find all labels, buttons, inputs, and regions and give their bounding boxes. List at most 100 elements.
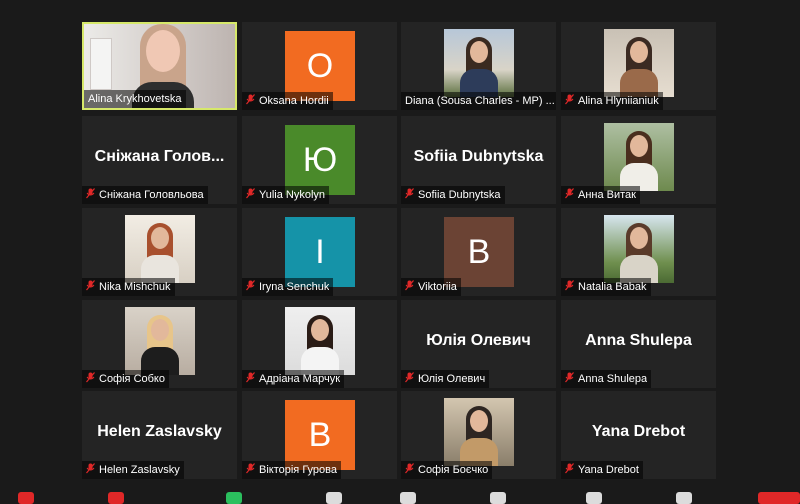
participant-tile[interactable]: Sofiia Dubnytska Sofiia Dubnytska <box>401 116 556 204</box>
participant-photo <box>604 123 674 191</box>
chat-icon[interactable] <box>326 492 342 504</box>
participant-name-label: Nika Mishchuk <box>82 278 175 296</box>
participant-display-name: Юлія Олевич <box>426 332 531 349</box>
participant-name: Sofiia Dubnytska <box>418 189 501 201</box>
participant-photo <box>604 215 674 283</box>
participant-name-label: Софія Собко <box>82 370 169 388</box>
participant-name-label: Анна Витак <box>561 186 640 204</box>
mic-muted-icon <box>405 372 414 386</box>
participant-name: Анна Витак <box>578 189 636 201</box>
participant-tile[interactable]: Alina Krykhovetska <box>82 22 237 110</box>
participant-name: Yulia Nykolyn <box>259 189 326 201</box>
participant-name: Вікторія Гурова <box>259 464 337 476</box>
participant-display-name: Yana Drebot <box>591 423 686 440</box>
participant-name: Сніжана Головльова <box>99 189 204 201</box>
participant-tile[interactable]: Адріана Марчук <box>242 300 397 388</box>
share-screen-icon[interactable] <box>226 492 242 504</box>
participant-tile[interactable]: Софія Боєчко <box>401 391 556 479</box>
participant-tile[interactable]: Natalia Babak <box>561 208 716 296</box>
participant-name-label: Вікторія Гурова <box>242 461 341 479</box>
mic-muted-icon <box>405 280 414 294</box>
mic-muted-icon <box>246 94 255 108</box>
participant-display-name: Sofiia Dubnytska <box>413 148 544 165</box>
participant-name: Anna Shulepa <box>578 373 648 385</box>
participant-name: Alina Krykhovetska <box>88 93 182 105</box>
participant-name: Yana Drebot <box>578 464 639 476</box>
mic-muted-icon <box>405 463 414 477</box>
participant-photo <box>444 29 514 97</box>
participant-tile[interactable]: Софія Собко <box>82 300 237 388</box>
participant-photo <box>604 29 674 97</box>
participant-photo <box>125 307 195 375</box>
participant-photo <box>125 215 195 283</box>
participant-name-label: Юлія Олевич <box>401 370 490 388</box>
participant-name-label: Viktoriia <box>401 278 461 296</box>
participant-grid: Alina Krykhovetska O Oksana Hordii Diana (S… <box>0 0 800 500</box>
mic-muted-icon <box>246 463 255 477</box>
participant-tile[interactable]: Yana Drebot Yana Drebot <box>561 391 716 479</box>
participant-tile[interactable]: I Iryna Senchuk <box>242 208 397 296</box>
participant-avatar: B <box>444 217 514 287</box>
mic-muted-icon <box>86 463 95 477</box>
mic-muted-icon <box>565 280 574 294</box>
participant-name: Софія Собко <box>99 373 165 385</box>
participant-name-label: Diana (Sousa Charles - MP) ... <box>401 92 556 110</box>
participant-name-label: Софія Боєчко <box>401 461 493 479</box>
participant-name: Софія Боєчко <box>418 464 489 476</box>
mic-muted-icon <box>405 188 414 202</box>
participant-photo <box>444 398 514 466</box>
participant-avatar: O <box>285 31 355 101</box>
participant-tile[interactable]: B Viktoriia <box>401 208 556 296</box>
participant-name-label: Alina Hlyniianiuk <box>561 92 663 110</box>
stop-video-icon[interactable] <box>108 492 124 504</box>
participant-name-label: Iryna Senchuk <box>242 278 334 296</box>
participant-name-label: Anna Shulepa <box>561 370 652 388</box>
participant-display-name: Anna Shulepa <box>585 332 692 349</box>
participant-name: Юлія Олевич <box>418 373 486 385</box>
mic-muted-icon <box>565 94 574 108</box>
mic-muted-icon <box>86 188 95 202</box>
participant-display-name: Сніжана Голов... <box>94 148 225 165</box>
mic-muted-icon <box>246 280 255 294</box>
participant-tile[interactable]: Юлія Олевич Юлія Олевич <box>401 300 556 388</box>
participant-tile[interactable]: B Вікторія Гурова <box>242 391 397 479</box>
participant-tile[interactable]: Сніжана Голов... Сніжана Головльова <box>82 116 237 204</box>
mic-muted-icon <box>246 372 255 386</box>
participant-tile[interactable]: Ю Yulia Nykolyn <box>242 116 397 204</box>
participant-name-label: Yulia Nykolyn <box>242 186 330 204</box>
meeting-toolbar <box>0 486 800 504</box>
mic-muted-icon <box>86 280 95 294</box>
participant-name-label: Сніжана Головльова <box>82 186 208 204</box>
participant-name: Natalia Babak <box>578 281 647 293</box>
more-icon[interactable] <box>676 492 692 504</box>
mute-mic-icon[interactable] <box>18 492 34 504</box>
participant-tile[interactable]: O Oksana Hordii <box>242 22 397 110</box>
participant-name-label: Yana Drebot <box>561 461 643 479</box>
participant-tile[interactable]: Anna Shulepa Anna Shulepa <box>561 300 716 388</box>
reactions-icon[interactable] <box>490 492 506 504</box>
mic-muted-icon <box>565 372 574 386</box>
participant-display-name: Helen Zaslavsky <box>97 423 222 440</box>
mic-muted-icon <box>565 463 574 477</box>
record-icon[interactable] <box>586 492 602 504</box>
participant-tile[interactable]: Diana (Sousa Charles - MP) ... <box>401 22 556 110</box>
participant-name: Oksana Hordii <box>259 95 329 107</box>
participant-name-label: Natalia Babak <box>561 278 651 296</box>
participants-icon[interactable] <box>400 492 416 504</box>
participant-photo <box>285 307 355 375</box>
participant-name-label: Alina Krykhovetska <box>84 90 186 108</box>
participant-name: Helen Zaslavsky <box>99 464 180 476</box>
participant-name: Iryna Senchuk <box>259 281 330 293</box>
participant-name: Viktoriia <box>418 281 457 293</box>
participant-name: Alina Hlyniianiuk <box>578 95 659 107</box>
participant-name-label: Адріана Марчук <box>242 370 345 388</box>
participant-name: Nika Mishchuk <box>99 281 171 293</box>
participant-tile[interactable]: Анна Витак <box>561 116 716 204</box>
participant-name: Адріана Марчук <box>259 373 341 385</box>
participant-avatar: Ю <box>285 125 355 195</box>
participant-tile[interactable]: Alina Hlyniianiuk <box>561 22 716 110</box>
mic-muted-icon <box>246 188 255 202</box>
end-meeting-button[interactable] <box>758 492 800 504</box>
participant-tile[interactable]: Nika Mishchuk <box>82 208 237 296</box>
participant-tile[interactable]: Helen Zaslavsky Helen Zaslavsky <box>82 391 237 479</box>
